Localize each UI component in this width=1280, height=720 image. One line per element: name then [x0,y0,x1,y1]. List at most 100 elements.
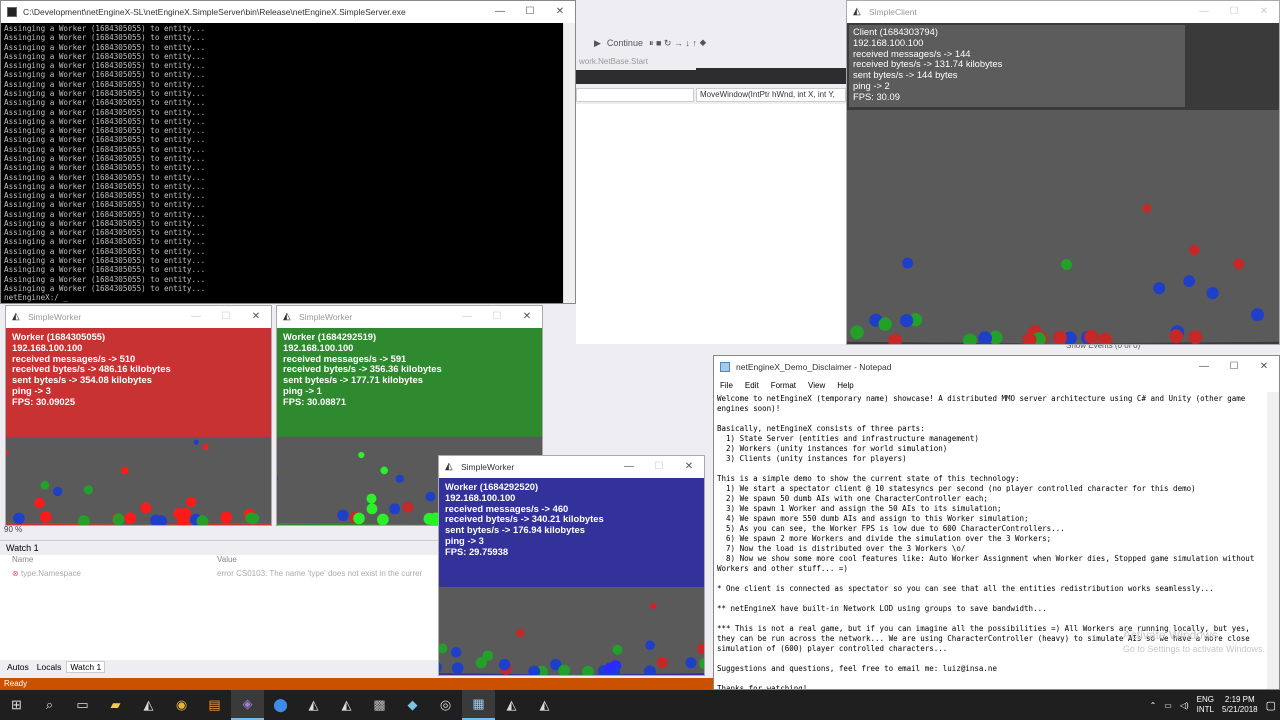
console-output[interactable]: Assinging a Worker (1684305055) to entit… [1,23,564,303]
code-editor[interactable] [576,104,846,344]
unity-taskbar-icon-3[interactable]: ◭ [330,690,363,720]
minimize-button[interactable]: — [181,306,211,328]
close-button[interactable]: ✕ [1249,356,1279,378]
worker3-titlebar[interactable]: ◭ SimpleWorker — ☐ ✕ [439,456,704,478]
menu-edit[interactable]: Edit [745,381,759,390]
maximize-button[interactable]: ☐ [1219,356,1249,378]
entity-ball [900,314,914,328]
unity-taskbar-icon-5[interactable]: ◭ [528,690,561,720]
maps-icon[interactable]: ⬤ [264,690,297,720]
language-indicator[interactable]: ENG INTL [1197,695,1214,715]
notepad-titlebar[interactable]: netEngineX_Demo_Disclaimer - Notepad — ☐… [714,356,1279,378]
member-dropdown[interactable]: MoveWindow(IntPtr hWnd, int X, int Y, [696,88,846,102]
client-titlebar[interactable]: ◭ SimpleClient — ☐ ✕ [847,1,1279,23]
console-line: Assinging a Worker (1684305055) to entit… [4,70,206,80]
tab-watch1[interactable]: Watch 1 [66,661,106,673]
entity-ball [1251,308,1264,322]
app-icon-2[interactable]: ◆ [396,690,429,720]
notepad-window[interactable]: netEngineX_Demo_Disclaimer - Notepad — ☐… [713,355,1280,690]
clock[interactable]: 2:19 PM 5/21/2018 [1222,695,1258,715]
maximize-button[interactable]: ☐ [482,306,512,328]
entity-ball [656,657,668,669]
notepad-taskbar-icon[interactable]: ▦ [462,690,495,720]
tab-autos[interactable]: Autos [4,662,32,672]
entity-ball [604,662,616,675]
entity-ball [34,497,45,509]
continue-button[interactable]: Continue [607,38,643,48]
toolbar-icons[interactable]: ⏸ ■ ↻ → ↓ ↑ ◆ [649,38,707,49]
console-line: Assinging a Worker (1684305055) to entit… [4,256,206,266]
minimize-button[interactable]: — [485,1,515,23]
server-console-window[interactable]: C:\Development\netEngineX-SL\netEngineX.… [0,0,576,304]
worker1-titlebar[interactable]: ◭ SimpleWorker — ☐ ✕ [6,306,271,328]
watch-row-value: error CS0103: The name 'type' does not e… [217,568,422,578]
start-button[interactable]: ⊞ [0,690,33,720]
minimize-button[interactable]: — [1189,356,1219,378]
maximize-button[interactable]: ☐ [644,456,674,478]
task-view-icon[interactable]: ▭ [66,690,99,720]
notepad-title: netEngineX_Demo_Disclaimer - Notepad [736,362,892,372]
entity-ball [425,491,436,502]
entity-ball [612,644,623,655]
volume-icon[interactable]: ◁) [1180,701,1189,710]
close-button[interactable]: ✕ [241,306,271,328]
app-icon[interactable]: ▩ [363,690,396,720]
network-icon[interactable]: ▭ [1164,701,1172,710]
console-line: Assinging a Worker (1684305055) to entit… [4,274,206,284]
watch-row[interactable]: ⊗ type.Namespace error CS0103: The name … [0,567,440,579]
worker3-game-view[interactable]: Worker (1684292520) 192.168.100.100 receiv… [439,478,704,675]
minimize-button[interactable]: — [614,456,644,478]
maximize-button[interactable]: ☐ [211,306,241,328]
menu-file[interactable]: File [720,381,733,390]
unity-taskbar-icon-2[interactable]: ◭ [297,690,330,720]
sublime-icon[interactable]: ▤ [198,690,231,720]
maximize-button[interactable]: ☐ [515,1,545,23]
menu-format[interactable]: Format [771,381,796,390]
watermark-subtitle: Go to Settings to activate Windows. [1122,644,1265,654]
console-line: Assinging a Worker (1684305055) to entit… [4,33,206,43]
close-button[interactable]: ✕ [674,456,704,478]
minimize-button[interactable]: — [452,306,482,328]
visual-studio-icon[interactable]: ◈ [231,690,264,720]
close-button[interactable]: ✕ [512,306,542,328]
worker2-titlebar[interactable]: ◭ SimpleWorker — ☐ ✕ [277,306,542,328]
console-line: Assinging a Worker (1684305055) to entit… [4,88,206,98]
chrome-icon[interactable]: ◉ [165,690,198,720]
console-line: Assinging a Worker (1684305055) to entit… [4,191,206,201]
menu-help[interactable]: Help [837,381,853,390]
notepad-scrollbar[interactable] [1267,392,1279,689]
vs-tab-strip: work.NetBase.Start [576,56,846,84]
entity-ball [179,508,192,520]
unity-taskbar-icon-4[interactable]: ◭ [495,690,528,720]
project-dropdown[interactable]: work.NetBase.Start [576,56,696,70]
file-explorer-icon[interactable]: ▰ [99,690,132,720]
maximize-button[interactable]: ☐ [1219,1,1249,23]
continue-icon[interactable]: ▶ [594,38,601,49]
console-titlebar[interactable]: C:\Development\netEngineX-SL\netEngineX.… [1,1,575,23]
worker1-window[interactable]: ◭ SimpleWorker — ☐ ✕ Worker (1684305055)… [5,305,272,526]
close-button[interactable]: ✕ [545,1,575,23]
search-icon[interactable]: ⌕ [33,690,66,720]
client-title: SimpleClient [869,7,917,17]
chevron-up-icon[interactable]: ⌃ [1150,701,1157,710]
console-line: Assinging a Worker (1684305055) to entit… [4,24,206,33]
entity-ball [498,658,511,671]
client-game-view[interactable]: Client (1684303794) 192.168.100.100 receiv… [847,23,1279,344]
notification-icon[interactable]: ▢ [1266,699,1276,712]
unity-taskbar-icon[interactable]: ◭ [132,690,165,720]
menu-view[interactable]: View [808,381,825,390]
client-hud: Client (1684303794) 192.168.100.100 receiv… [849,25,1185,107]
worker3-window[interactable]: ◭ SimpleWorker — ☐ ✕ Worker (1684292520)… [438,455,705,676]
worker1-game-view[interactable]: Worker (1684305055) 192.168.100.100 receiv… [6,328,271,525]
member-dropdown-left[interactable] [576,88,694,102]
simple-client-window[interactable]: ◭ SimpleClient — ☐ ✕ Client (1684303794)… [846,0,1280,345]
close-button[interactable]: ✕ [1249,1,1279,23]
zoom-level[interactable]: 90 % [0,525,440,537]
minimize-button[interactable]: — [1189,1,1219,23]
console-line: Assinging a Worker (1684305055) to entit… [4,265,206,275]
console-scrollbar[interactable] [563,23,575,303]
tab-locals[interactable]: Locals [34,662,65,672]
entity-ball [685,657,697,669]
entity-ball [39,511,52,523]
github-icon[interactable]: ◎ [429,690,462,720]
